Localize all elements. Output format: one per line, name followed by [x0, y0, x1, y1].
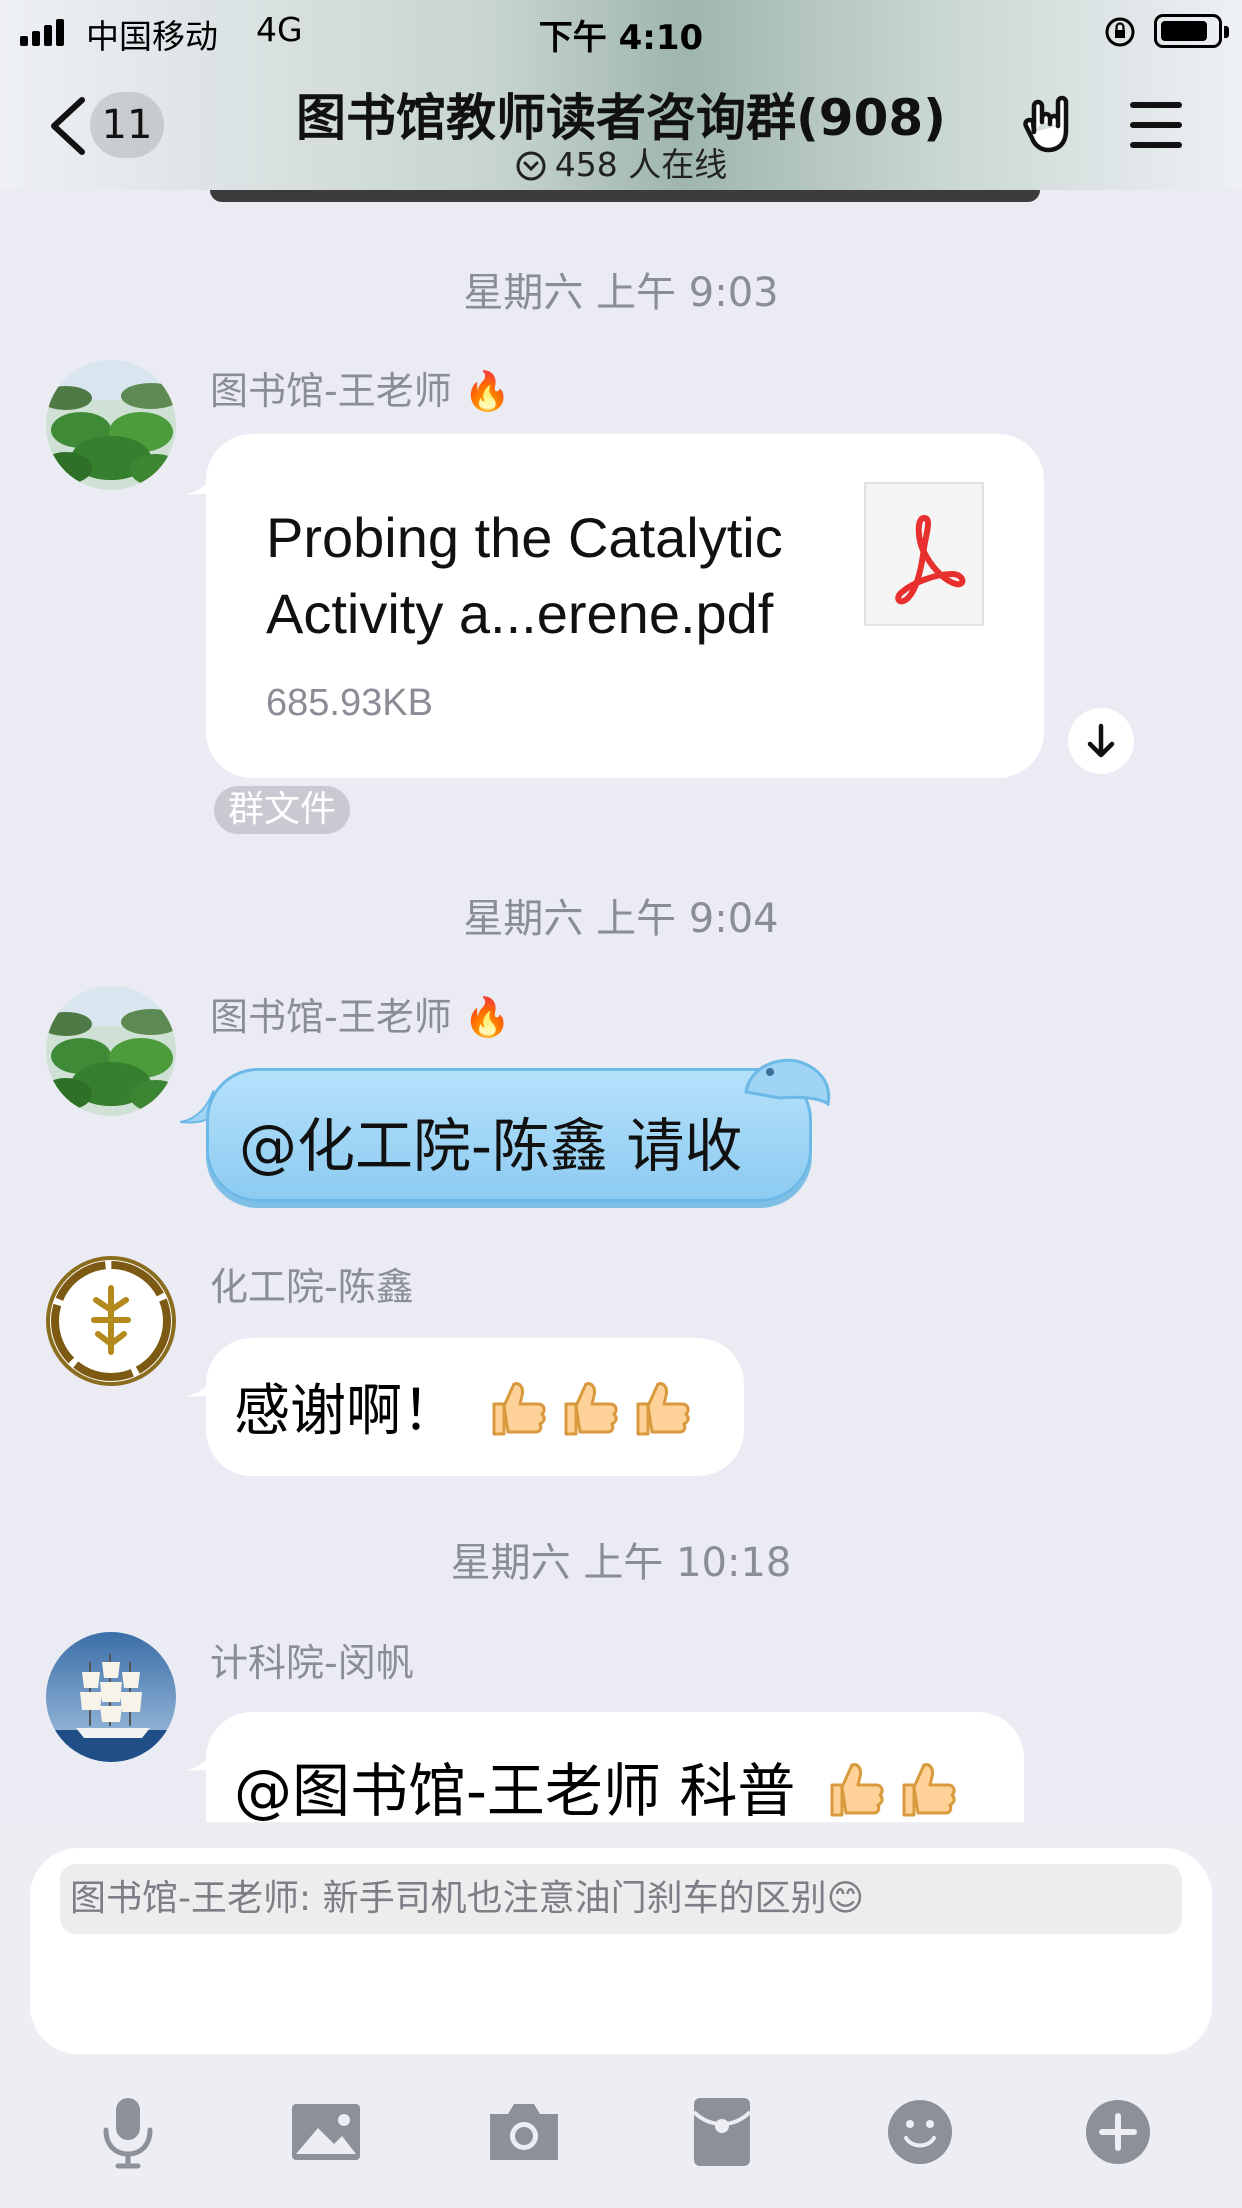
chevron-down-circle-icon — [516, 151, 546, 181]
avatar-lotus[interactable] — [46, 986, 176, 1116]
pdf-file-icon — [864, 482, 984, 626]
status-time: 下午 4:10 — [538, 18, 704, 58]
sender-name-text: 化工院-陈鑫 — [210, 1265, 414, 1309]
message-timestamp: 星期六 上午 9:03 — [463, 270, 779, 316]
download-icon[interactable] — [1068, 708, 1134, 774]
red-packet-icon[interactable] — [682, 2092, 762, 2172]
sender-name-text: 图书馆-王老师 — [210, 369, 452, 413]
thumbs-up-icon — [636, 1382, 690, 1436]
file-message-bubble[interactable]: Probing the Catalytic Activity a...erene… — [206, 434, 1044, 778]
thumbs-up-icon — [564, 1382, 618, 1436]
thumbs-up-icon — [492, 1382, 546, 1436]
message-text: @图书馆-王老师 科普 — [234, 1757, 796, 1825]
thumbs-up-icon — [902, 1763, 956, 1817]
message-input[interactable]: 图书馆-王老师: 新手司机也注意油门刹车的区别😊 — [30, 1848, 1212, 2054]
message-text-row: @图书馆-王老师 科普 — [234, 1744, 958, 1828]
message-text-row: 感谢啊！ — [234, 1366, 692, 1447]
themed-message-bubble[interactable]: @化工院-陈鑫 请收 — [206, 1068, 812, 1202]
rock-hand-gesture-icon[interactable] — [1020, 92, 1084, 156]
emoji-icon[interactable] — [880, 2092, 960, 2172]
sender-name: 图书馆-王老师 🔥 — [210, 986, 511, 1041]
group-file-tag[interactable]: 群文件 — [214, 786, 351, 834]
bubble-decoration-icon — [744, 1058, 831, 1107]
avatar-lotus[interactable] — [46, 360, 176, 490]
fire-badge-icon: 🔥 — [463, 995, 512, 1039]
plus-icon[interactable] — [1078, 2092, 1158, 2172]
message-timestamp: 星期六 上午 10:18 — [450, 1540, 792, 1586]
image-icon[interactable] — [286, 2092, 366, 2172]
thumbs-up-icon — [830, 1763, 884, 1817]
input-toolbar — [0, 2092, 1242, 2182]
microphone-icon[interactable] — [88, 2092, 168, 2172]
message-timestamp: 星期六 上午 9:04 — [463, 896, 779, 942]
avatar-emblem[interactable] — [46, 1256, 176, 1386]
file-size: 685.93KB — [266, 682, 433, 724]
text-message-bubble[interactable]: 感谢啊！ — [206, 1338, 744, 1476]
online-count-text: 458 人在线 — [554, 145, 728, 184]
fire-badge-icon: 🔥 — [463, 369, 512, 413]
sender-name: 化工院-陈鑫 — [210, 1256, 414, 1311]
sender-name: 计科院-闵帆 — [210, 1632, 414, 1687]
sender-name-text: 计科院-闵帆 — [210, 1641, 414, 1685]
sender-name-text: 图书馆-王老师 — [210, 995, 452, 1039]
chat-header: 中国移动 4G 下午 4:10 11 图书馆教师读者咨询群(908) 458 人… — [0, 0, 1242, 190]
previous-message-edge — [210, 190, 1040, 202]
camera-icon[interactable] — [484, 2092, 564, 2172]
message-text: 感谢啊！ — [234, 1379, 458, 1444]
sender-name: 图书馆-王老师 🔥 — [210, 360, 511, 415]
avatar-sailing-ship[interactable] — [46, 1632, 176, 1762]
file-name: Probing the Catalytic Activity a...erene… — [266, 506, 783, 645]
quoted-reply[interactable]: 图书馆-王老师: 新手司机也注意油门刹车的区别😊 — [60, 1864, 1182, 1934]
status-bar: 中国移动 4G 下午 4:10 — [0, 0, 1242, 62]
menu-icon[interactable] — [1130, 102, 1182, 148]
battery-icon — [1154, 14, 1229, 48]
input-area: 图书馆-王老师: 新手司机也注意油门刹车的区别😊 — [0, 1822, 1242, 2208]
rotation-lock-icon — [1105, 17, 1135, 47]
message-text: @化工院-陈鑫 请收 — [239, 1112, 743, 1180]
